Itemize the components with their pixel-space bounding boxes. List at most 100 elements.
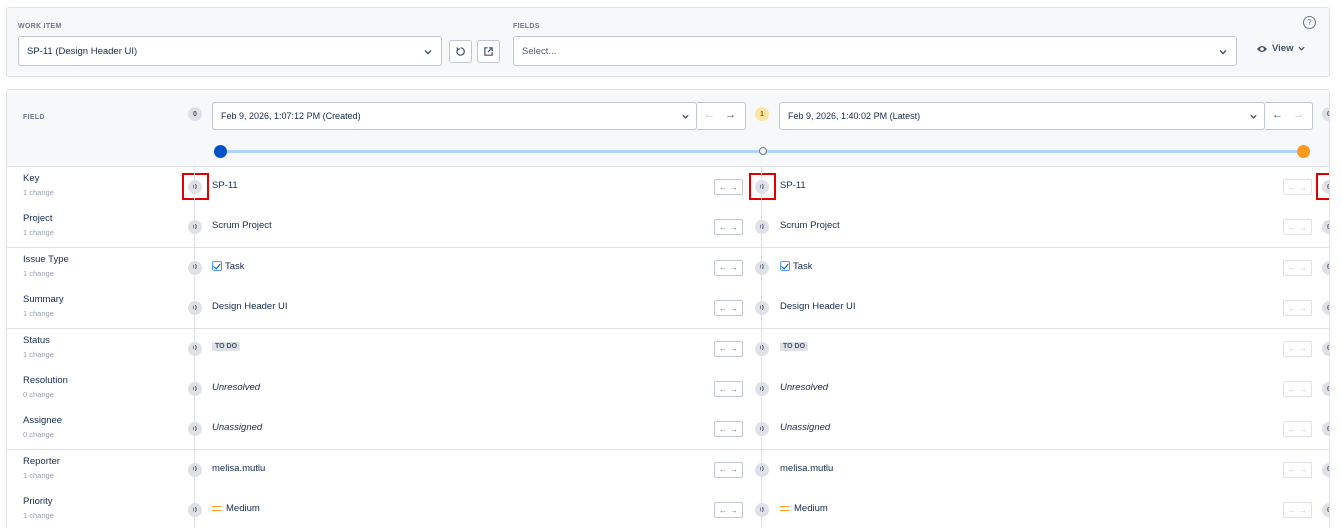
arrow-left-icon[interactable]: ←: [1288, 263, 1296, 272]
arrow-left-icon[interactable]: ←: [1272, 109, 1283, 121]
open-external-button[interactable]: [477, 40, 500, 63]
right-change-badge: 0: [1322, 422, 1329, 437]
middle-change-badge: 0: [755, 382, 769, 396]
right-change-badge: 0: [1322, 301, 1329, 316]
arrow-right-icon[interactable]: →: [730, 263, 738, 272]
copy-arrows-left[interactable]: ← →: [714, 381, 743, 397]
arrow-left-icon[interactable]: ←: [1288, 465, 1296, 474]
arrow-right-icon[interactable]: →: [730, 465, 738, 474]
arrow-right-icon[interactable]: →: [1299, 425, 1307, 434]
right-value-text: Unresolved: [780, 382, 829, 393]
arrow-right-icon[interactable]: →: [1299, 263, 1307, 272]
view-label: View: [1272, 43, 1294, 54]
left-value-text: melisa.mutlu: [212, 462, 266, 474]
arrow-right-icon[interactable]: →: [730, 425, 738, 434]
arrow-right-icon[interactable]: →: [1299, 183, 1307, 192]
field-column-label: FIELD: [23, 114, 45, 121]
arrow-left-icon[interactable]: ←: [1288, 304, 1296, 313]
arrow-left-icon[interactable]: ←: [719, 425, 727, 434]
refresh-icon: [456, 47, 465, 56]
copy-arrows-right[interactable]: ← →: [1283, 300, 1312, 317]
copy-arrows-left[interactable]: ← →: [714, 179, 743, 195]
slider-start-handle[interactable]: [214, 145, 227, 158]
arrow-left-icon[interactable]: ←: [719, 465, 727, 474]
work-item-panel: WORK ITEM SP-11 (Design Header UI) FIELD…: [6, 7, 1330, 77]
arrow-right-icon[interactable]: →: [730, 385, 738, 394]
fields-select[interactable]: Select...: [513, 36, 1237, 66]
right-value-text: Task: [793, 260, 813, 272]
right-change-badge: 0: [1322, 260, 1329, 275]
table-row: Resolution 0 change 0 0 0 Unresolved Unresolve…: [7, 369, 1329, 410]
copy-arrows-right[interactable]: ← →: [1283, 340, 1312, 357]
view-button[interactable]: View: [1256, 43, 1306, 54]
left-version-select[interactable]: Feb 9, 2026, 1:07:12 PM (Created): [212, 102, 697, 130]
right-version-select[interactable]: Feb 9, 2026, 1:40:02 PM (Latest): [779, 102, 1265, 130]
copy-arrows-right[interactable]: ← →: [1283, 259, 1312, 276]
copy-arrows-right[interactable]: ← →: [1283, 502, 1312, 519]
arrow-left-icon[interactable]: ←: [719, 304, 727, 313]
arrow-right-icon[interactable]: →: [730, 183, 738, 192]
right-value-text: Design Header UI: [780, 301, 856, 313]
copy-arrows-right[interactable]: ← →: [1283, 219, 1312, 236]
arrow-left-icon[interactable]: ←: [704, 109, 715, 121]
slider-mid-marker[interactable]: [759, 147, 767, 155]
fields-placeholder: Select...: [522, 45, 557, 57]
arrow-left-icon[interactable]: ←: [719, 183, 727, 192]
arrow-right-icon[interactable]: →: [1299, 304, 1307, 313]
left-change-badge: 0: [188, 220, 202, 235]
help-icon[interactable]: ?: [1303, 16, 1316, 29]
arrow-left-icon[interactable]: ←: [1288, 344, 1296, 353]
chevron-down-icon: [682, 114, 689, 119]
arrow-left-icon[interactable]: ←: [719, 223, 727, 232]
arrow-right-icon[interactable]: →: [1293, 109, 1304, 121]
arrow-left-icon[interactable]: ←: [1288, 183, 1296, 192]
copy-arrows-right[interactable]: ← →: [1283, 381, 1312, 397]
right-change-badge: 0: [1322, 503, 1329, 518]
arrow-left-icon[interactable]: ←: [719, 344, 727, 353]
arrow-right-icon[interactable]: →: [1299, 344, 1307, 353]
arrow-right-icon[interactable]: →: [1299, 385, 1307, 394]
work-item-select[interactable]: SP-11 (Design Header UI): [18, 36, 442, 66]
field-name: Issue Type: [23, 253, 69, 265]
right-value-text: Scrum Project: [780, 220, 840, 232]
right-change-badge: 0: [1322, 462, 1329, 477]
copy-arrows-left[interactable]: ← →: [714, 421, 743, 438]
arrow-right-icon[interactable]: →: [730, 223, 738, 232]
reset-button[interactable]: [449, 40, 472, 63]
arrow-left-icon[interactable]: ←: [1288, 223, 1296, 232]
arrow-left-icon[interactable]: ←: [1288, 506, 1296, 515]
arrow-left-icon[interactable]: ←: [719, 385, 727, 394]
arrow-left-icon[interactable]: ←: [1288, 385, 1296, 394]
slider-end-handle[interactable]: [1297, 145, 1310, 158]
left-change-badge: 0: [188, 382, 202, 396]
table-row: Key1 change000SP-11SP-11←→←→: [7, 167, 1329, 208]
arrow-right-icon[interactable]: →: [1299, 465, 1307, 474]
field-change-count: 1 change: [23, 188, 54, 197]
copy-arrows-left[interactable]: ← →: [714, 461, 743, 478]
copy-arrows-right[interactable]: ← →: [1283, 421, 1312, 438]
arrow-left-icon[interactable]: ←: [1288, 425, 1296, 434]
arrow-left-icon[interactable]: ←: [719, 263, 727, 272]
right-value: Task: [780, 261, 813, 272]
arrow-right-icon[interactable]: →: [730, 304, 738, 313]
copy-arrows-left[interactable]: ← →: [714, 502, 743, 519]
copy-arrows-left[interactable]: ← →: [714, 219, 743, 236]
arrow-right-icon[interactable]: →: [730, 506, 738, 515]
right-value-text: SP-11: [780, 180, 806, 191]
highlight-box-middle-badge: [749, 173, 776, 200]
copy-arrows-left[interactable]: ← →: [714, 300, 743, 317]
arrow-right-icon[interactable]: →: [730, 344, 738, 353]
chevron-down-icon: [424, 50, 432, 55]
copy-arrows-right[interactable]: ← →: [1283, 179, 1312, 195]
copy-arrows-left[interactable]: ← →: [714, 340, 743, 357]
arrow-right-icon[interactable]: →: [1299, 223, 1307, 232]
arrow-right-icon[interactable]: →: [725, 109, 736, 121]
left-value-text: Unresolved: [212, 382, 261, 393]
table-row: Summary 1 change 0 0 0 Design Header UI Design…: [7, 288, 1329, 330]
copy-arrows-left[interactable]: ← →: [714, 259, 743, 276]
left-value: Task: [212, 261, 245, 272]
arrow-left-icon[interactable]: ←: [719, 506, 727, 515]
arrow-right-icon[interactable]: →: [1299, 506, 1307, 515]
copy-arrows-right[interactable]: ← →: [1283, 461, 1312, 478]
left-value-text: Scrum Project: [212, 220, 272, 232]
